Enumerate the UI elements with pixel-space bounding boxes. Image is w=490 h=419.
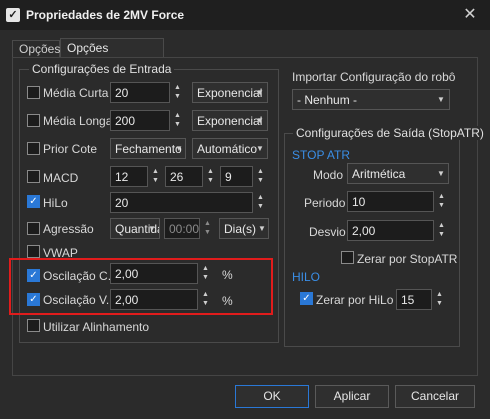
- hilo-checkbox[interactable]: ✓: [27, 195, 40, 208]
- agressao-label: Agressão: [43, 222, 94, 236]
- hilo-header: HILO: [292, 270, 321, 284]
- alinhamento-checkbox[interactable]: [27, 319, 40, 332]
- saida-title: Configurações de Saída (StopATR): [293, 126, 487, 140]
- chevron-down-icon: ▼: [148, 224, 156, 233]
- periodo-spinner[interactable]: ▲ ▼: [435, 191, 448, 212]
- hilo-input[interactable]: 20: [110, 192, 253, 213]
- zerar-stop-label: Zerar por StopATR: [357, 252, 458, 266]
- desvio-spinner[interactable]: ▲ ▼: [435, 220, 448, 241]
- media-longa-spinner[interactable]: ▲ ▼: [171, 110, 184, 131]
- chevron-down-icon: ▼: [256, 88, 264, 97]
- prior-cote-label: Prior Cote: [43, 142, 98, 156]
- hilo-label: HiLo: [43, 196, 68, 210]
- stop-atr-header: STOP ATR: [292, 148, 351, 162]
- macd-signal-spinner[interactable]: ▲ ▼: [254, 166, 267, 187]
- prior-cote-mode-value: Automático: [197, 142, 258, 156]
- chevron-down-icon: ▼: [256, 116, 264, 125]
- hilo-spinner[interactable]: ▲ ▼: [254, 192, 267, 213]
- media-curta-label: Média Curta: [43, 86, 109, 100]
- chevron-down-icon: ▼: [437, 169, 445, 178]
- media-curta-checkbox[interactable]: [27, 86, 40, 99]
- chevron-down-icon: ▼: [437, 95, 445, 104]
- zerar-hilo-label: Zerar por HiLo: [316, 293, 394, 307]
- media-curta-spinner[interactable]: ▲ ▼: [171, 82, 184, 103]
- macd-fast-spinner[interactable]: ▲ ▼: [149, 166, 162, 187]
- media-longa-input[interactable]: 200: [110, 110, 170, 131]
- periodo-input[interactable]: 10: [347, 191, 434, 212]
- entrada-title: Configurações de Entrada: [29, 62, 175, 76]
- agressao-period-value: Dia(s): [224, 222, 256, 236]
- macd-label: MACD: [43, 171, 79, 185]
- cancel-button[interactable]: Cancelar: [395, 385, 475, 408]
- close-icon[interactable]: ✕: [460, 5, 480, 25]
- chevron-down-icon: ▼: [175, 144, 183, 153]
- zerar-hilo-input[interactable]: 15: [396, 289, 432, 310]
- vwap-checkbox[interactable]: [27, 245, 40, 258]
- zerar-stop-checkbox[interactable]: [341, 251, 354, 264]
- agressao-time-input[interactable]: 00:00: [164, 218, 200, 239]
- importar-value: - Nenhum -: [297, 93, 358, 107]
- app-check-icon: ✓: [6, 8, 20, 22]
- macd-slow-input[interactable]: 26: [165, 166, 203, 187]
- apply-button[interactable]: Aplicar: [315, 385, 389, 408]
- chevron-down-icon: ▼: [256, 144, 264, 153]
- tab-opcoes-avancadas[interactable]: Opções Avançadas: [60, 38, 164, 73]
- media-curta-type-value: Exponencial: [197, 86, 263, 100]
- importar-title: Importar Configuração do robô: [292, 70, 456, 84]
- modo-select[interactable]: Aritmética: [347, 163, 449, 184]
- macd-checkbox[interactable]: [27, 170, 40, 183]
- periodo-label: Periodo: [304, 196, 346, 210]
- desvio-input[interactable]: 2,00: [347, 220, 434, 241]
- alinhamento-label: Utilizar Alinhamento: [43, 320, 150, 334]
- importar-select[interactable]: - Nenhum -: [292, 89, 450, 110]
- media-longa-type-value: Exponencial: [197, 114, 263, 128]
- desvio-label: Desvio: [309, 225, 346, 239]
- macd-slow-spinner[interactable]: ▲ ▼: [204, 166, 217, 187]
- highlight-rectangle: [9, 258, 273, 315]
- agressao-checkbox[interactable]: [27, 222, 40, 235]
- window-title: Propriedades de 2MV Force: [26, 8, 185, 22]
- macd-fast-input[interactable]: 12: [110, 166, 148, 187]
- ok-button[interactable]: OK: [235, 385, 309, 408]
- zerar-hilo-spinner[interactable]: ▲ ▼: [433, 289, 446, 310]
- zerar-hilo-checkbox[interactable]: ✓: [300, 292, 313, 305]
- media-longa-label: Média Longa: [43, 114, 113, 128]
- media-curta-input[interactable]: 20: [110, 82, 170, 103]
- agressao-time-spinner[interactable]: ▲ ▼: [201, 218, 214, 239]
- modo-value: Aritmética: [352, 167, 406, 181]
- prior-cote-checkbox[interactable]: [27, 142, 40, 155]
- chevron-down-icon: ▼: [258, 224, 266, 233]
- modo-label: Modo: [313, 168, 344, 182]
- macd-signal-input[interactable]: 9: [220, 166, 253, 187]
- tab-opcoes[interactable]: Opções: [12, 40, 60, 57]
- prior-cote-source-value: Fechamento: [115, 142, 182, 156]
- media-longa-checkbox[interactable]: [27, 114, 40, 127]
